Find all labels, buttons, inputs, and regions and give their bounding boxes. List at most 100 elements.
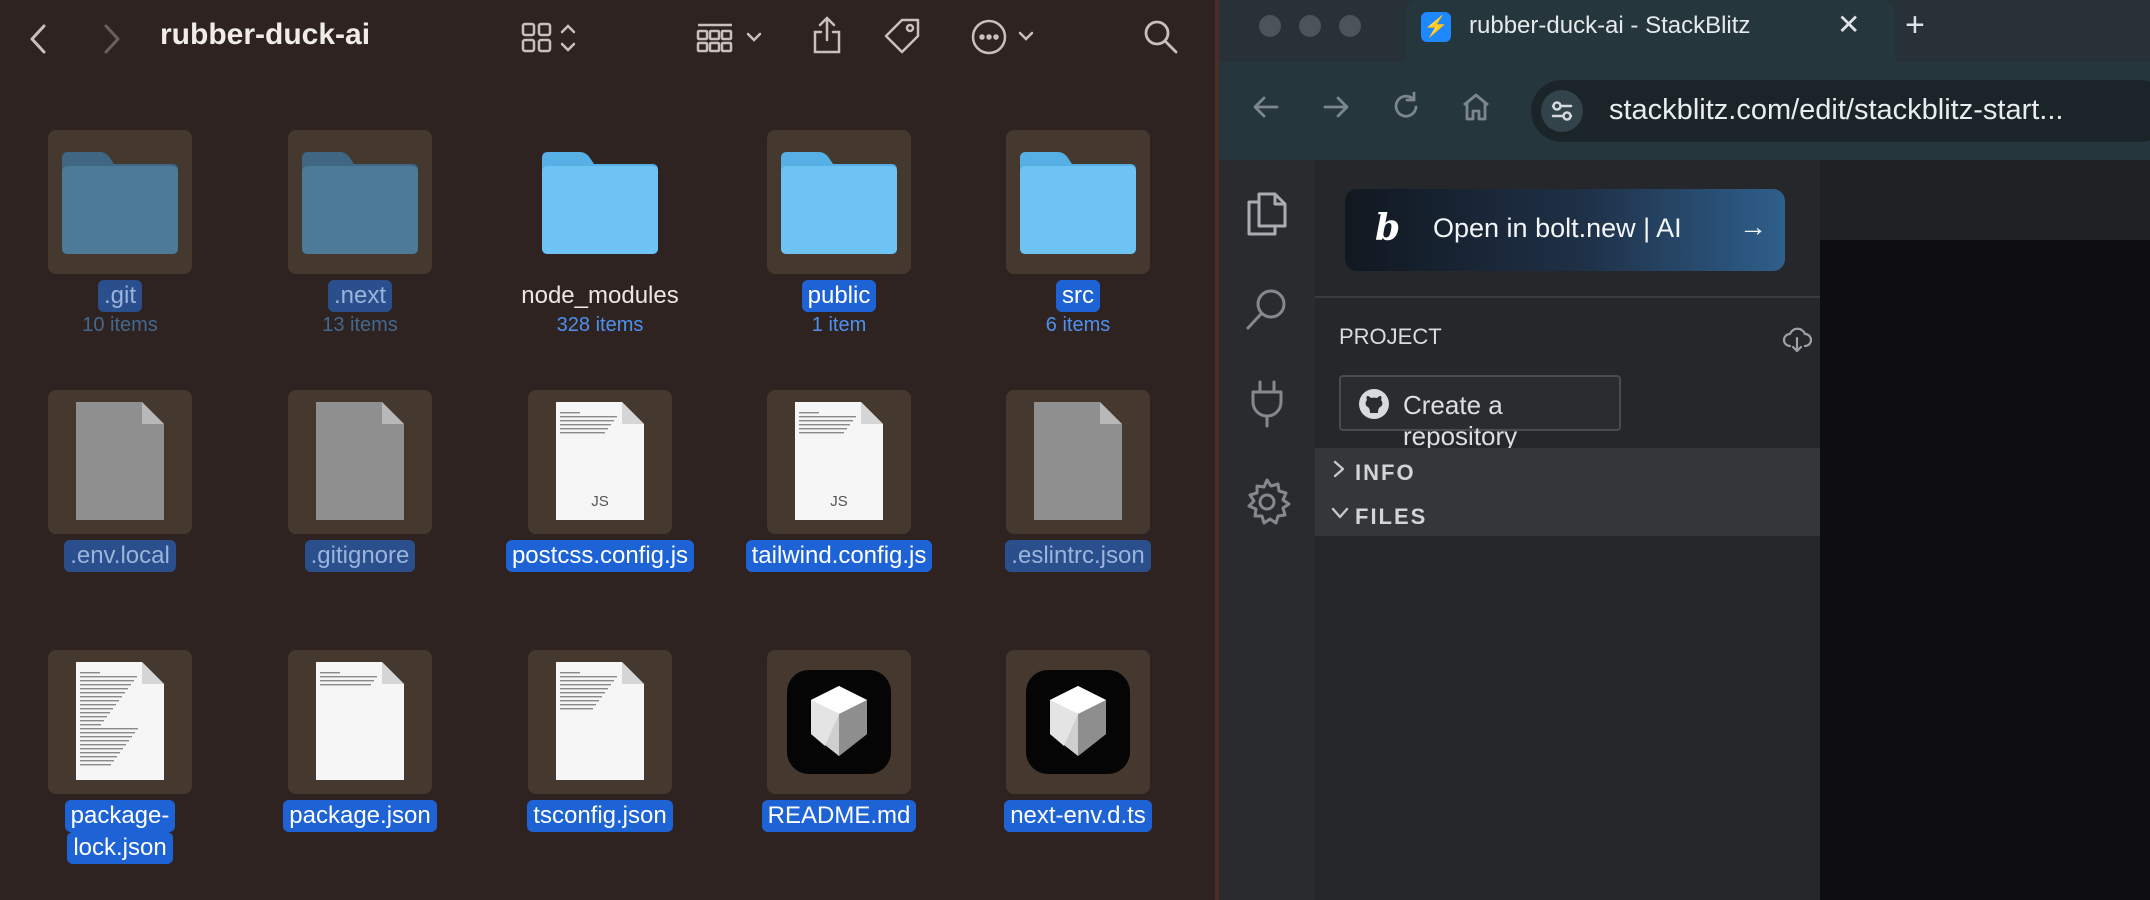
file-name-label: .env.local: [64, 540, 176, 572]
file-name: next-env.d.ts: [958, 800, 1198, 832]
file-name: README.md: [719, 800, 959, 832]
item-count: 1 item: [811, 314, 867, 336]
document-icon: [48, 390, 192, 534]
file-name: .env.local: [0, 540, 240, 572]
create-repository-button[interactable]: Create a repository: [1339, 375, 1621, 451]
panel-sections: INFO FILES: [1315, 448, 1820, 536]
file-name-label: .eslintrc.json: [1005, 540, 1151, 572]
folder-icon: [288, 130, 432, 274]
bolt-button-label: Open in bolt.new | AI: [1433, 213, 1682, 243]
bolt-logo-icon: b: [1375, 207, 1401, 249]
file-name-label: tailwind.config.js: [745, 540, 933, 572]
file-name: package-lock.json: [0, 800, 240, 864]
new-tab-button[interactable]: +: [1905, 6, 1925, 45]
plugin-icon[interactable]: [1241, 378, 1293, 430]
app-icon: [767, 650, 911, 794]
arrow-right-icon: →: [1739, 211, 1767, 242]
browser-toolbar: stackblitz.com/edit/stackblitz-start...: [1219, 62, 2150, 160]
more-icon[interactable]: [970, 18, 1040, 56]
file-name-label: .git: [97, 280, 142, 312]
svg-text:JS: JS: [591, 493, 609, 510]
file-name: .next: [240, 280, 480, 312]
reload-icon[interactable]: [1389, 90, 1423, 132]
stackblitz-favicon-icon: ⚡: [1421, 12, 1451, 42]
file-name-label: next-env.d.ts: [1004, 800, 1152, 832]
files-icon[interactable]: [1241, 188, 1293, 240]
side-panel: b Open in bolt.new | AI → PROJECT Create…: [1315, 160, 1820, 900]
search-icon[interactable]: [1241, 284, 1293, 336]
zoom-window-button[interactable]: [1339, 15, 1361, 37]
file-name: .git: [0, 280, 240, 312]
back-icon[interactable]: [26, 22, 52, 56]
file-name-label-line2: lock.json: [67, 832, 173, 864]
svg-text:JS: JS: [830, 493, 848, 510]
file-name: postcss.config.js: [480, 540, 720, 572]
javascript-file-icon: JS: [528, 390, 672, 534]
cloud-download-icon[interactable]: [1781, 326, 1813, 359]
file-name: src: [958, 280, 1198, 312]
tag-icon[interactable]: [882, 16, 924, 56]
file-name-label: postcss.config.js: [505, 540, 695, 572]
file-name: .eslintrc.json: [958, 540, 1198, 572]
item-count: 6 items: [1045, 314, 1111, 336]
project-heading: PROJECT: [1339, 324, 1442, 349]
tab-strip: ⚡ rubber-duck-ai - StackBlitz ✕ +: [1219, 0, 2150, 62]
search-icon[interactable]: [1142, 18, 1180, 56]
activity-bar: [1219, 160, 1315, 900]
editor-pane: [1820, 240, 2150, 900]
window-title: rubber-duck-ai: [160, 18, 371, 51]
file-name: package.json: [240, 800, 480, 832]
file-name-label: .next: [327, 280, 393, 312]
site-settings-icon[interactable]: [1541, 90, 1583, 132]
section-files-label: FILES: [1355, 504, 1428, 529]
close-window-button[interactable]: [1259, 15, 1281, 37]
file-name-label: README.md: [761, 800, 917, 832]
finder-window: rubber-duck-ai .git 10 items .next 13 items…: [0, 0, 1215, 900]
settings-gear-icon[interactable]: [1241, 476, 1293, 528]
share-icon[interactable]: [810, 14, 844, 56]
address-bar[interactable]: stackblitz.com/edit/stackblitz-start...: [1531, 80, 2150, 142]
home-icon[interactable]: [1459, 90, 1493, 132]
section-info[interactable]: INFO: [1329, 458, 1416, 486]
browser-tab[interactable]: ⚡ rubber-duck-ai - StackBlitz ✕: [1405, 0, 1895, 62]
file-name-label: src: [1056, 280, 1100, 312]
folder-icon: [1006, 130, 1150, 274]
create-repository-label: Create a repository: [1403, 390, 1518, 451]
document-icon: [1006, 390, 1150, 534]
forward-icon[interactable]: [1319, 90, 1353, 132]
file-name-label: node_modules: [521, 282, 679, 309]
file-name: node_modules: [480, 280, 720, 312]
close-tab-icon[interactable]: ✕: [1837, 8, 1860, 41]
chevron-right-icon: [1329, 458, 1355, 486]
item-count: 13 items: [322, 314, 398, 336]
back-icon[interactable]: [1249, 90, 1283, 132]
folder-icon: [48, 130, 192, 274]
javascript-file-icon: JS: [767, 390, 911, 534]
folder-icon: [528, 130, 672, 274]
file-name-label: package.json: [283, 800, 437, 832]
group-icon[interactable]: [696, 20, 770, 56]
open-in-bolt-button[interactable]: b Open in bolt.new | AI →: [1345, 189, 1785, 271]
tab-title: rubber-duck-ai - StackBlitz: [1469, 12, 1751, 39]
folder-icon: [767, 130, 911, 274]
text-file-icon: [528, 650, 672, 794]
app-icon: [1006, 650, 1150, 794]
minimize-window-button[interactable]: [1299, 15, 1321, 37]
grid-view-icon[interactable]: [520, 20, 590, 56]
item-count: 328 items: [556, 314, 644, 336]
file-name-label: package-: [64, 800, 176, 832]
file-name: tailwind.config.js: [719, 540, 959, 572]
file-name-label: .gitignore: [304, 540, 416, 572]
chevron-down-icon: [1329, 502, 1355, 530]
github-icon: [1359, 389, 1389, 419]
file-name: .gitignore: [240, 540, 480, 572]
browser-window: ⚡ rubber-duck-ai - StackBlitz ✕ + stackb…: [1219, 0, 2150, 900]
divider: [1315, 296, 1820, 298]
section-info-label: INFO: [1355, 460, 1416, 485]
stackblitz-app: b Open in bolt.new | AI → PROJECT Create…: [1219, 160, 2150, 900]
url-text: stackblitz.com/edit/stackblitz-start...: [1609, 94, 2064, 126]
editor-area: [1820, 160, 2150, 900]
file-name-label: public: [801, 280, 877, 312]
section-files[interactable]: FILES: [1329, 502, 1427, 530]
forward-icon[interactable]: [98, 22, 124, 56]
